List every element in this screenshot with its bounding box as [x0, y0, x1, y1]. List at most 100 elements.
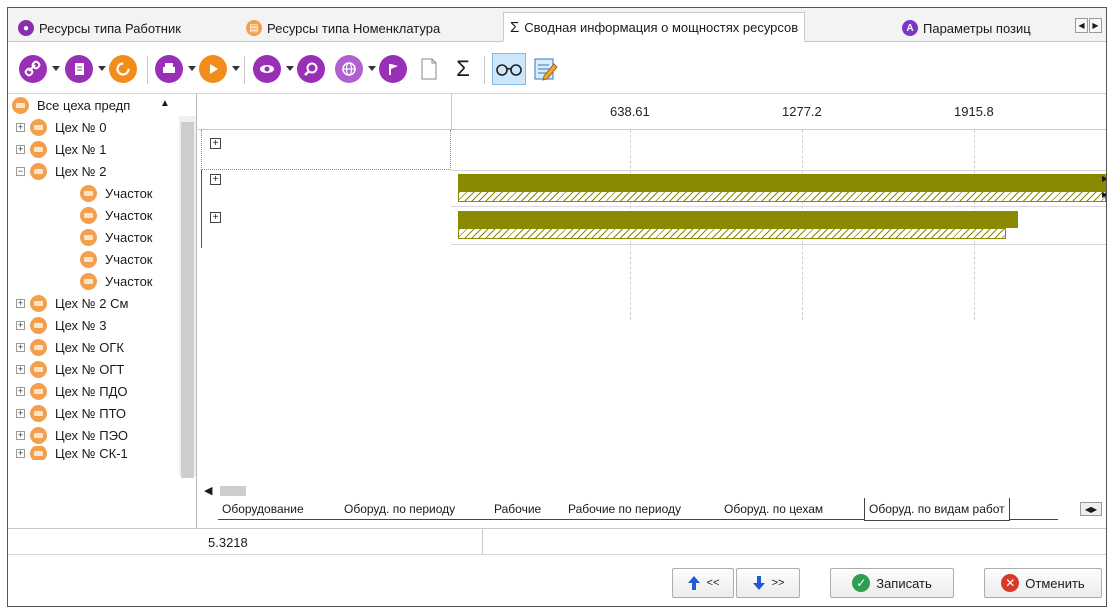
- tree-item[interactable]: + Цех № 0: [16, 116, 106, 138]
- capacity-chart[interactable]: 638.61 1277.2 1915.8 + + + ▶ ▶: [198, 94, 1106, 528]
- collapse-icon[interactable]: −: [16, 166, 25, 176]
- print-icon: [155, 55, 183, 83]
- run-dropdown-arrow[interactable]: [232, 66, 240, 71]
- expand-row-icon[interactable]: +: [210, 138, 221, 149]
- sheet-tab-equipment[interactable]: Оборудование: [222, 498, 304, 520]
- tree-item[interactable]: + Цех № ОГТ: [16, 358, 124, 380]
- flag-button[interactable]: [378, 54, 408, 84]
- tree-item-label: Участок: [105, 207, 153, 223]
- document-dropdown-arrow[interactable]: [98, 66, 106, 71]
- cancel-button[interactable]: ✕ Отменить: [984, 568, 1102, 598]
- expand-icon[interactable]: +: [16, 122, 25, 132]
- tree-item[interactable]: Участок: [80, 270, 153, 292]
- load-bar-hatched[interactable]: [458, 228, 1007, 239]
- expand-icon[interactable]: +: [16, 448, 25, 458]
- tree-item[interactable]: Участок: [80, 226, 153, 248]
- document-tabstrip: ● Ресурсы типа Работник ▤ Ресурсы типа Н…: [8, 8, 1106, 42]
- expand-icon[interactable]: +: [16, 364, 25, 374]
- globe-button[interactable]: [334, 54, 364, 84]
- expand-icon[interactable]: +: [16, 430, 25, 440]
- capacity-bar[interactable]: [458, 174, 1106, 191]
- tab-scroll-right-button[interactable]: ▶: [1089, 18, 1102, 33]
- tab-nomenclature-resources[interactable]: ▤ Ресурсы типа Номенклатура: [240, 16, 446, 40]
- refresh-button[interactable]: [108, 54, 138, 84]
- capacity-bar[interactable]: [458, 211, 1019, 228]
- sheet-tab-workers-by-period[interactable]: Рабочие по периоду: [568, 498, 681, 520]
- edit-notepad-icon: [534, 58, 558, 81]
- toolbar-separator: [484, 56, 485, 84]
- scale-divider: [451, 94, 452, 130]
- workshop-icon: [30, 162, 47, 180]
- sigma-icon: Σ: [456, 56, 470, 81]
- expand-icon[interactable]: +: [16, 386, 25, 396]
- expand-icon[interactable]: +: [16, 320, 25, 330]
- workshop-icon: [30, 118, 47, 136]
- expand-icon[interactable]: +: [16, 298, 25, 308]
- tree-item-label: Цех № СК-1: [55, 446, 128, 460]
- sheet-tab-equipment-by-work-type[interactable]: Оборуд. по видам работ: [864, 498, 1010, 521]
- workshop-icon: [30, 426, 47, 444]
- workshop-tree[interactable]: Все цеха предп ▲ + Цех № 0 + Цех № 1 − Ц…: [8, 94, 197, 528]
- tree-item[interactable]: + Цех № 3: [16, 314, 106, 336]
- tree-item[interactable]: + Цех № ОГК: [16, 336, 124, 358]
- blank-document-button[interactable]: [414, 54, 444, 84]
- sheet-tab-equipment-by-period[interactable]: Оборуд. по периоду: [344, 498, 455, 520]
- search-button[interactable]: [296, 54, 326, 84]
- tree-root[interactable]: Все цеха предп ▲: [12, 94, 170, 116]
- tree-item[interactable]: Участок: [80, 204, 153, 226]
- tab-position-parameters[interactable]: A Параметры позиц: [896, 16, 1076, 40]
- link-dropdown-arrow[interactable]: [52, 66, 60, 71]
- link-button[interactable]: [18, 54, 48, 84]
- tree-item[interactable]: + Цех № ПТО: [16, 402, 126, 424]
- tree-scroll-thumb[interactable]: [181, 122, 194, 478]
- sheet-tab-workers[interactable]: Рабочие: [494, 498, 541, 520]
- expand-icon[interactable]: +: [16, 144, 25, 154]
- view-dropdown-arrow[interactable]: [286, 66, 294, 71]
- glasses-toggle-button[interactable]: [492, 53, 526, 85]
- tree-item[interactable]: + Цех № ПЭО: [16, 424, 128, 446]
- tree-item[interactable]: Участок: [80, 248, 153, 270]
- globe-dropdown-arrow[interactable]: [368, 66, 376, 71]
- save-button[interactable]: ✓ Записать: [830, 568, 954, 598]
- expand-icon[interactable]: +: [16, 342, 25, 352]
- section-icon: [80, 228, 97, 246]
- next-button[interactable]: >>: [736, 568, 800, 598]
- load-bar-hatched[interactable]: [458, 191, 1106, 202]
- print-dropdown-arrow[interactable]: [188, 66, 196, 71]
- view-button[interactable]: [252, 54, 282, 84]
- tree-item[interactable]: + Цех № 1: [16, 138, 106, 160]
- tree-item[interactable]: + Цех № ПДО: [16, 380, 128, 402]
- tree-item[interactable]: + Цех № СК-1 ▼: [16, 446, 128, 460]
- row-divider: [451, 244, 1106, 245]
- run-button[interactable]: [198, 54, 228, 84]
- sheet-nav-buttons[interactable]: ◀▶: [1080, 502, 1102, 516]
- globe-icon: [335, 55, 363, 83]
- previous-button[interactable]: <<: [672, 568, 734, 598]
- status-bar: 5.3218: [8, 528, 1106, 555]
- document-icon: [65, 55, 93, 83]
- scroll-up-arrow-icon[interactable]: ▲: [160, 98, 170, 109]
- expand-row-icon[interactable]: +: [210, 212, 221, 223]
- status-divider: [482, 529, 483, 555]
- sigma-icon: Σ: [510, 18, 520, 36]
- document-button[interactable]: [64, 54, 94, 84]
- section-icon: [80, 206, 97, 224]
- flag-icon: [379, 55, 407, 83]
- expand-row-icon[interactable]: +: [210, 174, 221, 185]
- print-button[interactable]: [154, 54, 184, 84]
- tree-item[interactable]: − Цех № 2: [16, 160, 106, 182]
- tree-item[interactable]: + Цех № 2 См: [16, 292, 128, 314]
- workshop-icon: [30, 316, 47, 334]
- expand-icon[interactable]: +: [16, 408, 25, 418]
- edit-report-button[interactable]: [530, 54, 560, 84]
- tab-scroll-left-button[interactable]: ◀: [1075, 18, 1088, 33]
- chart-hscroll-thumb[interactable]: [220, 486, 246, 496]
- sum-button[interactable]: Σ: [448, 54, 478, 84]
- tab-capacity-summary[interactable]: Σ Сводная информация о мощностях ресурсо…: [503, 12, 806, 42]
- sheet-tab-equipment-by-workshop[interactable]: Оборуд. по цехам: [724, 498, 823, 520]
- tree-root-label: Все цеха предп: [37, 97, 131, 113]
- tab-worker-resources[interactable]: ● Ресурсы типа Работник: [12, 16, 187, 40]
- tree-item-label: Участок: [105, 229, 153, 245]
- chart-scroll-left-icon[interactable]: ◀: [204, 484, 212, 497]
- tree-item[interactable]: Участок: [80, 182, 153, 204]
